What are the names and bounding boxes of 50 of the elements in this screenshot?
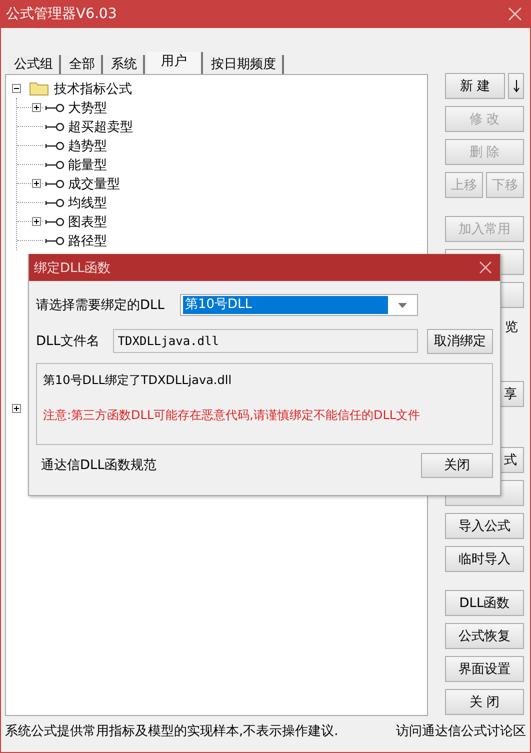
option-label: 览 xyxy=(505,319,518,337)
action-button[interactable]: 公式恢复 xyxy=(445,623,524,649)
new-button[interactable]: 新 建 xyxy=(445,73,505,99)
key-icon xyxy=(45,160,65,170)
expander-icon[interactable] xyxy=(12,404,21,413)
key-icon xyxy=(45,178,65,188)
expander-icon[interactable] xyxy=(32,103,41,112)
window-title: 公式管理器V6.03 xyxy=(6,5,117,23)
dropdown-button[interactable] xyxy=(508,73,524,99)
action-button[interactable]: 导入公式 xyxy=(445,513,524,539)
close-button[interactable]: 关闭 xyxy=(421,452,493,478)
down-arrow-icon xyxy=(512,79,520,93)
tree-item[interactable]: 成交量型 xyxy=(68,174,120,192)
tree-item[interactable]: 超买超卖型 xyxy=(68,118,133,136)
binding-info: 第10号DLL绑定了TDXDLLjava.dll xyxy=(43,372,233,389)
dropdown-icon xyxy=(398,302,407,308)
spec-link[interactable]: 通达信DLL函数规范 xyxy=(41,456,156,474)
action-button[interactable]: 临时导入 xyxy=(445,546,524,572)
tree-item[interactable]: 图表型 xyxy=(68,212,107,230)
status-text: 系统公式提供常用指标及模型的实现样本,不表示操作建议. xyxy=(5,723,338,740)
key-icon xyxy=(45,140,65,150)
file-name-label: DLL文件名 xyxy=(36,333,100,350)
tree-item[interactable]: 路径型 xyxy=(68,232,107,250)
tree-item[interactable]: 大势型 xyxy=(68,98,107,116)
warning-text: 注意:第三方函数DLL可能存在恶意代码,请谨慎绑定不能信任的DLL文件 xyxy=(43,407,422,424)
expander-icon[interactable] xyxy=(12,84,21,93)
tree-item[interactable]: 技术指标公式 xyxy=(54,80,132,98)
close-icon[interactable] xyxy=(479,261,492,274)
key-icon xyxy=(45,216,65,226)
expander-icon[interactable] xyxy=(32,217,41,226)
action-button[interactable]: 关 闭 xyxy=(445,689,524,715)
action-button[interactable]: 界面设置 xyxy=(445,656,524,682)
action-button[interactable]: DLL函数 xyxy=(445,590,524,616)
key-icon xyxy=(45,102,65,112)
tree-item[interactable]: 能量型 xyxy=(68,156,107,174)
folder-icon xyxy=(29,81,49,96)
dll-select[interactable]: 第10号DLL xyxy=(180,294,418,316)
dll-select-label: 请选择需要绑定的DLL xyxy=(36,297,166,314)
unbind-button[interactable]: 取消绑定 xyxy=(427,328,493,354)
key-icon xyxy=(45,122,65,132)
tree-item[interactable]: 均线型 xyxy=(68,194,107,212)
close-icon[interactable] xyxy=(508,7,522,21)
key-icon xyxy=(45,236,65,246)
tab[interactable]: 用户 xyxy=(147,52,203,74)
file-name-field[interactable]: TDXDLLjava.dll xyxy=(112,329,418,353)
tree-item[interactable]: 趋势型 xyxy=(68,136,107,154)
dialog-title: 绑定DLL函数 xyxy=(34,260,110,276)
forum-link[interactable]: 访问通达信公式讨论区 xyxy=(396,722,526,740)
expander-icon[interactable] xyxy=(32,179,41,188)
key-icon xyxy=(45,198,65,208)
